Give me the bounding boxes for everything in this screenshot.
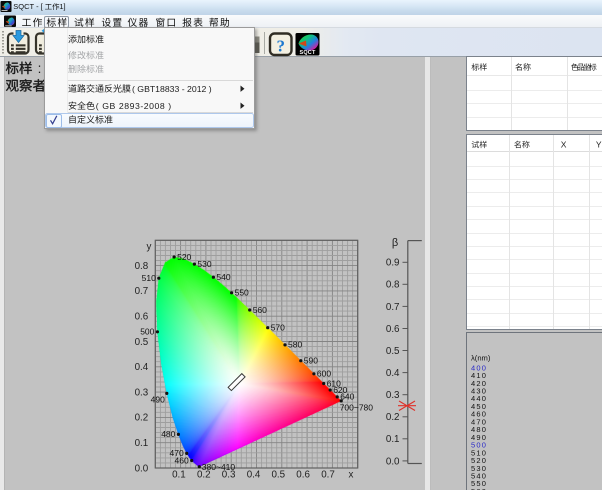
svg-text:( GB 2893-2008 ): ( GB 2893-2008 ) <box>96 101 172 111</box>
svg-text:( GBT18833 - 2012 ): ( GBT18833 - 2012 ) <box>132 84 212 94</box>
